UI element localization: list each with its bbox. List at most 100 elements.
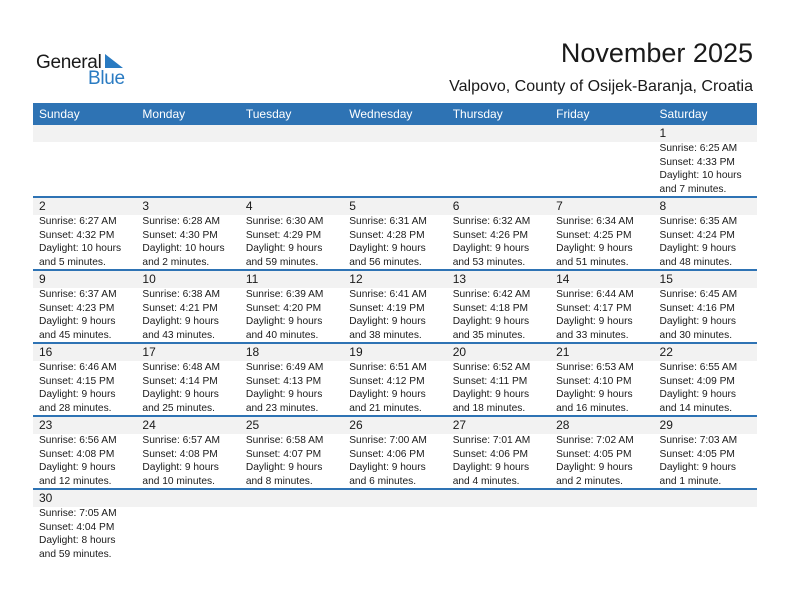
day-number: 9 [39, 272, 46, 286]
page-title: November 2025 [560, 38, 753, 68]
day-cell: Sunrise: 6:34 AM Sunset: 4:25 PM Daylight:… [550, 215, 653, 269]
day-cell: Sunrise: 6:32 AM Sunset: 4:26 PM Daylight:… [447, 215, 550, 269]
daylight-duration: and 35 minutes. [452, 329, 526, 341]
daylight-duration: and 21 minutes. [349, 402, 422, 414]
day-number: 22 [659, 345, 673, 359]
day-number: 21 [556, 345, 570, 359]
daylight-duration: and 18 minutes. [452, 402, 526, 414]
daylight-duration: Daylight: 10 hours [39, 243, 122, 254]
day-number: 24 [142, 418, 156, 432]
sunset-time: Sunset: 4:26 PM [452, 229, 529, 241]
sunrise-time: Sunrise: 6:58 AM [245, 435, 324, 446]
day-number [550, 125, 653, 142]
day-cell: Sunrise: 6:51 AM Sunset: 4:12 PM Daylight:… [343, 361, 446, 415]
day-cell: Sunrise: 6:58 AM Sunset: 4:07 PM Daylight:… [240, 434, 343, 488]
day-cell: Sunrise: 6:35 AM Sunset: 4:24 PM Daylight:… [654, 215, 757, 269]
daylight-duration: and 1 minute. [659, 475, 722, 487]
sunrise-time: Sunrise: 6:28 AM [142, 216, 221, 227]
daylight-duration: Daylight: 9 hours [659, 389, 736, 400]
sunrise-time: Sunrise: 6:37 AM [39, 289, 117, 300]
day-number-row: 2 3 4 5 6 7 8 [33, 198, 757, 215]
sunrise-time: Sunrise: 6:55 AM [659, 362, 738, 373]
daylight-duration: Daylight: 9 hours [245, 243, 323, 254]
day-cell: Sunrise: 6:38 AM Sunset: 4:21 PM Daylight:… [136, 288, 239, 342]
daylight-duration: Daylight: 9 hours [349, 462, 426, 473]
sunset-time: Sunset: 4:08 PM [39, 448, 115, 460]
day-cell: Sunrise: 6:52 AM Sunset: 4:11 PM Daylight:… [447, 361, 550, 415]
sunrise-time: Sunrise: 6:53 AM [556, 362, 634, 373]
sunset-time: Sunset: 4:04 PM [39, 521, 115, 533]
daylight-duration: Daylight: 9 hours [556, 462, 633, 473]
day-number: 10 [142, 272, 156, 286]
day-cell: Sunrise: 7:05 AM Sunset: 4:04 PM Daylight:… [33, 507, 136, 561]
day-cell: Sunrise: 7:00 AM Sunset: 4:06 PM Daylight:… [343, 434, 446, 488]
day-cell [550, 142, 653, 196]
sunrise-time: Sunrise: 6:57 AM [142, 435, 221, 446]
daylight-duration: Daylight: 9 hours [245, 316, 323, 327]
daylight-duration: Daylight: 9 hours [556, 243, 633, 254]
day-number-row: 16 17 18 19 20 21 22 [33, 344, 757, 361]
sunrise-time: Sunrise: 6:38 AM [142, 289, 221, 300]
sunset-time: Sunset: 4:33 PM [659, 156, 735, 168]
day-number: 30 [39, 491, 53, 505]
week-row: 9 10 11 12 13 14 15 Sunrise: 6:37 AM Sunset: 4:2… [33, 271, 757, 344]
triangle-flag-icon [104, 54, 124, 68]
day-number [136, 125, 239, 142]
daylight-duration: Daylight: 8 hours [39, 535, 116, 546]
day-number: 26 [349, 418, 363, 432]
daylight-duration: and 25 minutes. [142, 402, 215, 414]
weekday-tuesday: Tuesday [245, 107, 292, 121]
sunset-time: Sunset: 4:14 PM [142, 375, 218, 387]
day-info-row: Sunrise: 6:25 AM Sunset: 4:33 PM Daylight:… [33, 142, 757, 196]
week-row: 30 Sunrise: 7:05 AM Sunset: 4:04 PM Dayligh… [33, 490, 757, 561]
daylight-duration: Daylight: 9 hours [556, 316, 633, 327]
week-row: 2 3 4 5 6 7 8 Sunrise: 6:27 AM Sunset: 4:32 PM Da… [33, 198, 757, 271]
daylight-duration: Daylight: 10 hours [142, 243, 225, 254]
day-cell: Sunrise: 7:03 AM Sunset: 4:05 PM Daylight:… [654, 434, 757, 488]
daylight-duration: and 2 minutes. [142, 256, 210, 268]
day-number: 1 [659, 126, 667, 140]
day-cell: Sunrise: 6:46 AM Sunset: 4:15 PM Daylight:… [33, 361, 136, 415]
daylight-duration: Daylight: 9 hours [452, 462, 530, 473]
day-cell: Sunrise: 6:44 AM Sunset: 4:17 PM Daylight:… [550, 288, 653, 342]
daylight-duration: Daylight: 9 hours [659, 462, 736, 473]
sunset-time: Sunset: 4:10 PM [556, 375, 632, 387]
daylight-duration: and 2 minutes. [556, 475, 623, 487]
sunset-time: Sunset: 4:21 PM [142, 302, 218, 314]
daylight-duration: and 4 minutes. [452, 475, 520, 487]
day-number: 28 [556, 418, 570, 432]
daylight-duration: and 16 minutes. [556, 402, 629, 414]
sunset-time: Sunset: 4:25 PM [556, 229, 632, 241]
sunrise-time: Sunrise: 7:01 AM [452, 435, 531, 446]
sunrise-time: Sunrise: 6:42 AM [452, 289, 531, 300]
day-info-row: Sunrise: 6:46 AM Sunset: 4:15 PM Daylight:… [33, 361, 757, 415]
weekday-saturday: Saturday [659, 107, 708, 121]
day-number: 16 [39, 345, 53, 359]
day-number-row: 30 [33, 490, 757, 507]
daylight-duration: and 48 minutes. [659, 256, 733, 268]
sunset-time: Sunset: 4:12 PM [349, 375, 425, 387]
day-number: 4 [245, 199, 253, 213]
daylight-duration: Daylight: 9 hours [142, 389, 219, 400]
sunrise-time: Sunrise: 6:32 AM [452, 216, 531, 227]
day-cell: Sunrise: 7:02 AM Sunset: 4:05 PM Daylight:… [550, 434, 653, 488]
day-number-row: 9 10 11 12 13 14 15 [33, 271, 757, 288]
calendar-grid: Sunday Monday Tuesday Wednesday Thursday Frid… [33, 103, 757, 561]
sunset-time: Sunset: 4:15 PM [39, 375, 115, 387]
day-cell [343, 142, 446, 196]
sunrise-time: Sunrise: 6:30 AM [245, 216, 324, 227]
day-number: 12 [349, 272, 363, 286]
daylight-duration: Daylight: 9 hours [556, 389, 633, 400]
daylight-duration: Daylight: 9 hours [349, 316, 426, 327]
day-cell: Sunrise: 7:01 AM Sunset: 4:06 PM Daylight:… [447, 434, 550, 488]
sunset-time: Sunset: 4:30 PM [142, 229, 218, 241]
day-number [33, 125, 136, 142]
sunrise-time: Sunrise: 6:51 AM [349, 362, 427, 373]
daylight-duration: and 51 minutes. [556, 256, 629, 268]
sunrise-time: Sunrise: 6:45 AM [659, 289, 738, 300]
daylight-duration: and 33 minutes. [556, 329, 629, 341]
day-number: 29 [659, 418, 673, 432]
sunrise-time: Sunrise: 7:00 AM [349, 435, 427, 446]
daylight-duration: Daylight: 9 hours [245, 462, 323, 473]
sunrise-time: Sunrise: 6:44 AM [556, 289, 634, 300]
